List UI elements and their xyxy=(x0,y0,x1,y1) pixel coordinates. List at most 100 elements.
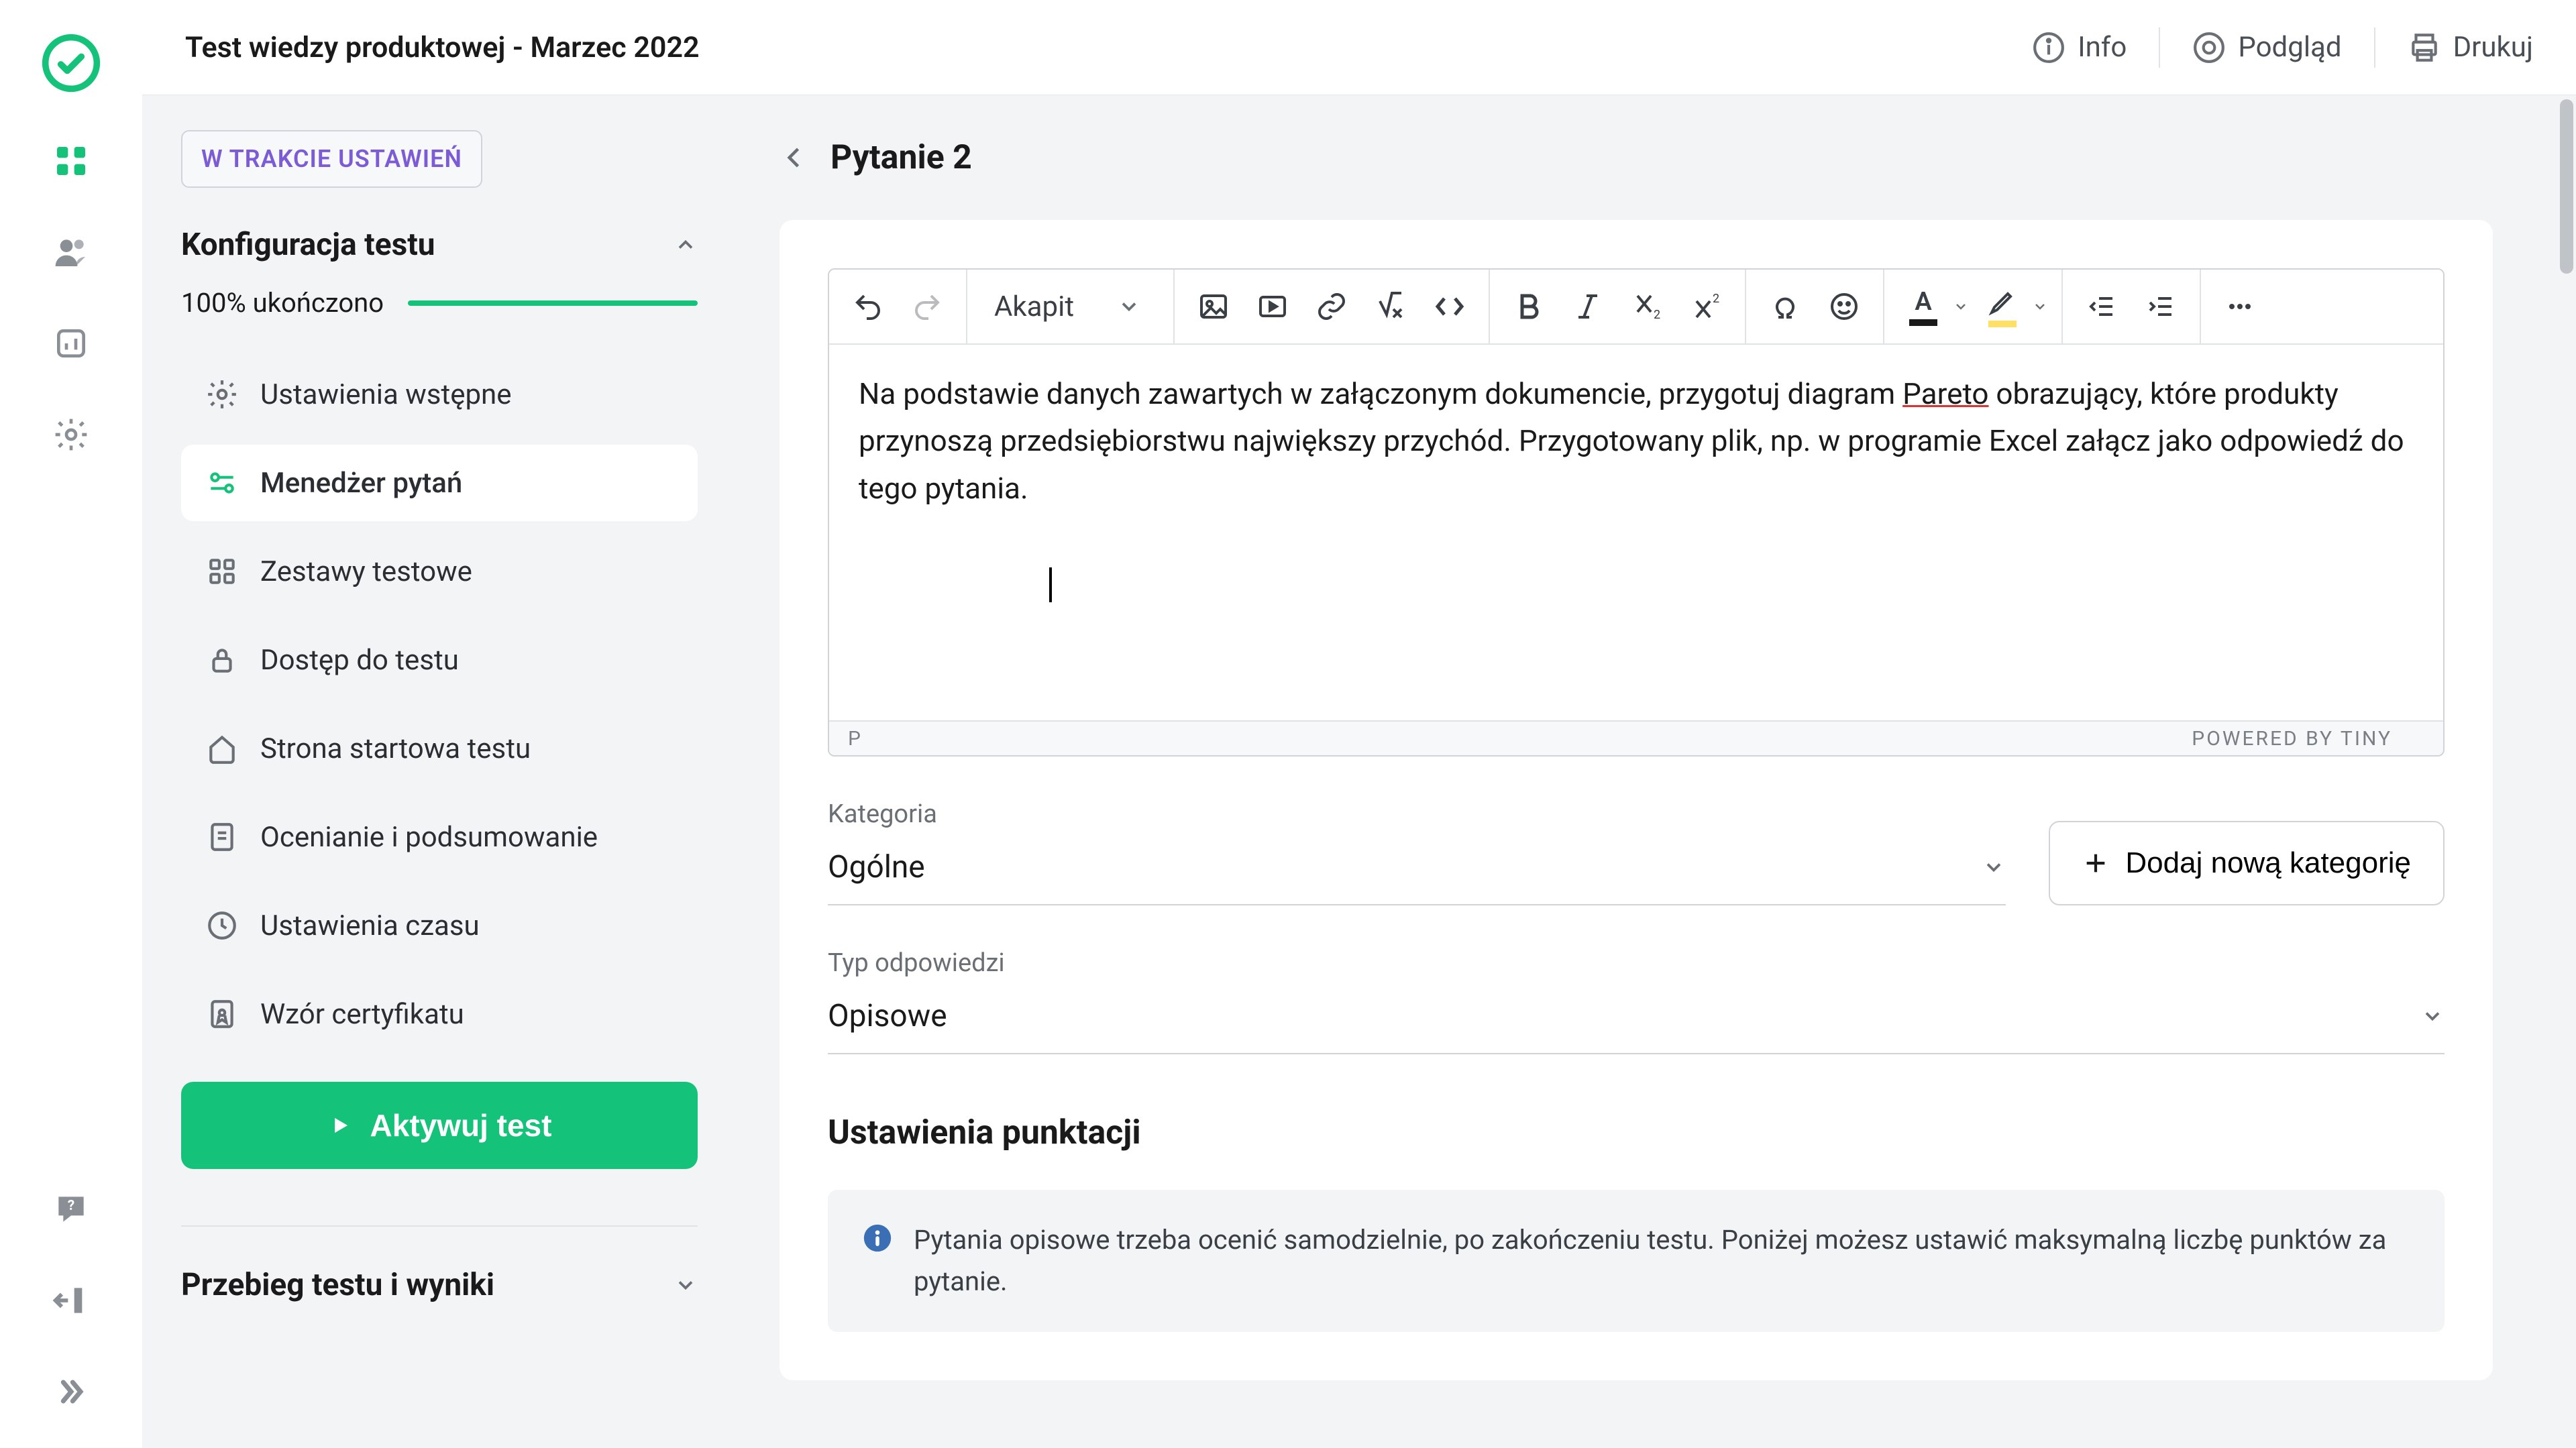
sidebar-item-label: Ocenianie i podsumowanie xyxy=(260,821,598,854)
scoring-title: Ustawienia punktacji xyxy=(828,1113,2445,1152)
video-button[interactable] xyxy=(1247,281,1298,332)
scrollbar[interactable] xyxy=(2557,95,2576,1448)
sidebar-item-label: Menedżer pytań xyxy=(260,467,462,500)
page-header-bar: Test wiedzy produktowej - Marzec 2022 In… xyxy=(142,0,2576,95)
config-title: Konfiguracja testu xyxy=(181,227,435,263)
category-label: Kategoria xyxy=(828,799,2006,829)
rail-logout[interactable] xyxy=(47,1276,95,1325)
paragraph-style-select[interactable]: Akapit xyxy=(981,290,1160,323)
rail-users[interactable] xyxy=(47,228,95,276)
editor-path[interactable]: P xyxy=(848,727,861,750)
svg-text:2: 2 xyxy=(1654,308,1660,322)
sidebar-item-initial-settings[interactable]: Ustawienia wstępne xyxy=(181,356,698,433)
subscript-button[interactable]: 2 xyxy=(1621,281,1672,332)
answer-type-select[interactable]: Opisowe xyxy=(828,987,2445,1054)
code-button[interactable] xyxy=(1424,281,1475,332)
sidebar-item-time[interactable]: Ustawienia czasu xyxy=(181,887,698,964)
outdent-button[interactable] xyxy=(2076,281,2127,332)
category-select[interactable]: Ogólne xyxy=(828,838,2006,905)
italic-button[interactable] xyxy=(1562,281,1613,332)
editor-toolbar: Akapit xyxy=(829,270,2443,345)
test-title: Test wiedzy produktowej - Marzec 2022 xyxy=(185,31,700,64)
results-title: Przebieg testu i wyniki xyxy=(181,1267,494,1303)
chevron-down-icon xyxy=(1982,855,2006,879)
rich-text-editor: Akapit xyxy=(828,268,2445,757)
info-button[interactable]: Info xyxy=(2032,31,2127,64)
page-title: Pytanie 2 xyxy=(830,138,972,177)
back-button[interactable] xyxy=(780,143,809,172)
rail-dashboard[interactable] xyxy=(47,137,95,185)
rail-expand[interactable] xyxy=(47,1368,95,1416)
superscript-button[interactable]: 2 xyxy=(1680,281,1731,332)
lock-icon xyxy=(205,643,239,677)
rail-help[interactable]: ? xyxy=(47,1185,95,1233)
sidebar-item-label: Ustawienia wstępne xyxy=(260,378,512,411)
sidebar-item-label: Wzór certyfikatu xyxy=(260,998,464,1031)
plus-icon xyxy=(2082,850,2109,877)
scoring-info-text: Pytania opisowe trzeba ocenić samodzieln… xyxy=(914,1219,2410,1302)
info-icon xyxy=(863,1223,892,1253)
indent-button[interactable] xyxy=(2135,281,2186,332)
sidebar-item-grading[interactable]: Ocenianie i podsumowanie xyxy=(181,799,698,875)
sidebar-item-label: Strona startowa testu xyxy=(260,732,531,765)
sidebar-item-access[interactable]: Dostęp do testu xyxy=(181,622,698,698)
text-cursor xyxy=(1049,567,1052,602)
image-button[interactable] xyxy=(1188,281,1239,332)
svg-text:2: 2 xyxy=(1713,292,1719,306)
document-icon xyxy=(205,820,239,854)
category-value: Ogólne xyxy=(828,849,925,885)
config-section-toggle[interactable]: Konfiguracja testu xyxy=(181,227,698,263)
sidebar-item-test-sets[interactable]: Zestawy testowe xyxy=(181,533,698,610)
editor-footer: P POWERED BY TINY xyxy=(829,720,2443,755)
add-category-label: Dodaj nową kategorię xyxy=(2125,846,2411,880)
sliders-icon xyxy=(205,466,239,500)
results-section-toggle[interactable]: Przebieg testu i wyniki xyxy=(181,1225,698,1303)
chevron-down-icon xyxy=(2032,298,2048,315)
svg-text:?: ? xyxy=(68,1198,74,1214)
emoji-button[interactable] xyxy=(1819,281,1870,332)
grid-icon xyxy=(205,555,239,588)
bold-button[interactable] xyxy=(1503,281,1554,332)
info-label: Info xyxy=(2078,31,2127,64)
sidebar-item-start-page[interactable]: Strona startowa testu xyxy=(181,710,698,787)
redo-button[interactable] xyxy=(902,281,953,332)
text-color-button[interactable]: A xyxy=(1898,281,1969,332)
equation-button[interactable] xyxy=(1365,281,1416,332)
scoring-info-box: Pytania opisowe trzeba ocenić samodzieln… xyxy=(828,1190,2445,1332)
sidebar-item-question-manager[interactable]: Menedżer pytań xyxy=(181,445,698,521)
preview-button[interactable]: Podgląd xyxy=(2192,31,2341,64)
paragraph-style-value: Akapit xyxy=(994,290,1074,323)
scrollbar-thumb[interactable] xyxy=(2560,99,2573,274)
special-char-button[interactable] xyxy=(1760,281,1811,332)
undo-button[interactable] xyxy=(843,281,894,332)
app-logo xyxy=(40,32,102,94)
add-category-button[interactable]: Dodaj nową kategorię xyxy=(2049,821,2445,905)
nav-rail: ? xyxy=(0,0,142,1448)
chevron-down-icon xyxy=(1117,294,1141,319)
activate-label: Aktywuj test xyxy=(370,1107,552,1144)
rail-settings[interactable] xyxy=(47,410,95,459)
editor-content[interactable]: Na podstawie danych zawartych w załączon… xyxy=(829,345,2443,720)
chevron-down-icon xyxy=(2420,1004,2445,1028)
link-button[interactable] xyxy=(1306,281,1357,332)
sidebar-item-label: Zestawy testowe xyxy=(260,555,472,588)
preview-label: Podgląd xyxy=(2238,31,2341,64)
more-button[interactable] xyxy=(2214,281,2265,332)
certificate-icon xyxy=(205,997,239,1031)
highlight-color-button[interactable] xyxy=(1977,281,2048,332)
question-page: Pytanie 2 Akapit xyxy=(737,95,2557,1448)
progress-label: 100% ukończono xyxy=(181,287,384,319)
answer-type-label: Typ odpowiedzi xyxy=(828,948,2445,978)
divider xyxy=(2374,27,2375,68)
resize-handle-icon[interactable] xyxy=(2406,729,2424,748)
editor-powered-by: POWERED BY TINY xyxy=(2192,727,2392,750)
activate-test-button[interactable]: Aktywuj test xyxy=(181,1082,698,1169)
question-card: Akapit xyxy=(780,220,2493,1380)
editor-text-before: Na podstawie danych zawartych w załączon… xyxy=(859,376,1902,411)
print-button[interactable]: Drukuj xyxy=(2408,31,2533,64)
sidebar-item-label: Dostęp do testu xyxy=(260,644,459,677)
sidebar-item-label: Ustawienia czasu xyxy=(260,909,480,942)
chevron-left-icon xyxy=(780,143,809,172)
rail-reports[interactable] xyxy=(47,319,95,368)
sidebar-item-certificate[interactable]: Wzór certyfikatu xyxy=(181,976,698,1052)
